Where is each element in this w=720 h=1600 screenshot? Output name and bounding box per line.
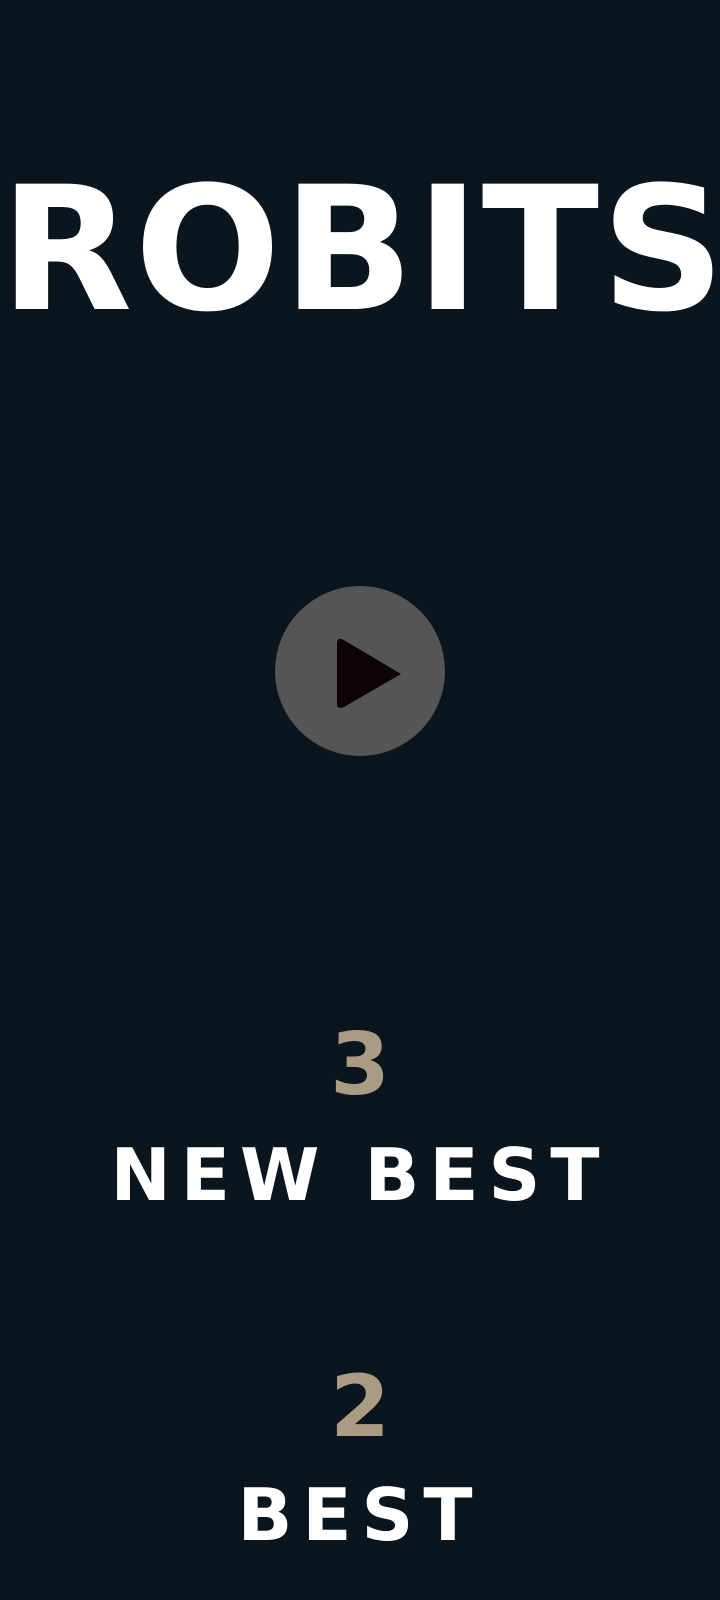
play-button[interactable] — [275, 586, 445, 756]
best-score: 2 — [330, 1357, 390, 1457]
new-best-label: NEW BEST — [110, 1133, 610, 1217]
best-label: BEST — [237, 1473, 483, 1557]
play-icon — [337, 638, 401, 708]
game-title: ROBITS — [0, 149, 720, 350]
current-score: 3 — [330, 1015, 390, 1115]
